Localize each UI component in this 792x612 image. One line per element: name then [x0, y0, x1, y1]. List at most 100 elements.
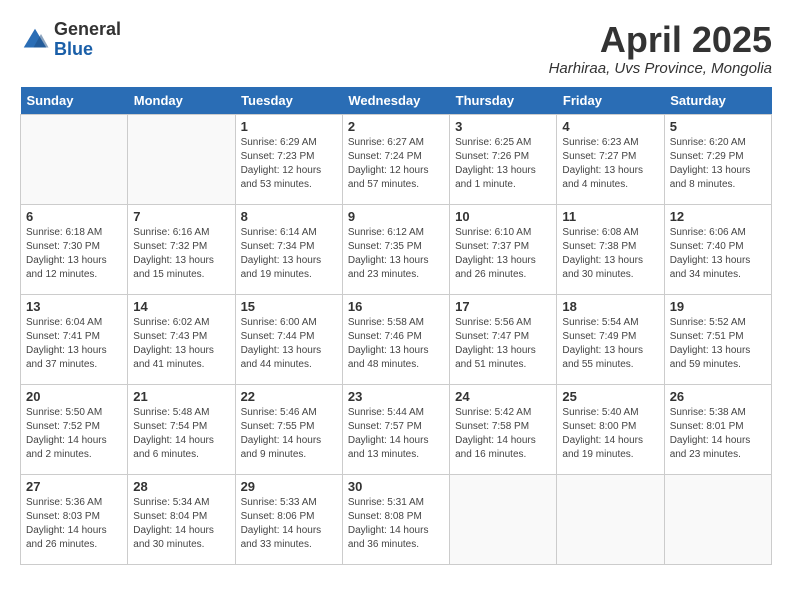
logo-icon — [20, 25, 50, 55]
calendar-cell: 28 Sunrise: 5:34 AM Sunset: 8:04 PM Dayli… — [128, 474, 235, 564]
day-number: 1 — [241, 119, 337, 134]
day-info: Sunrise: 5:58 AM Sunset: 7:46 PM Dayligh… — [348, 316, 444, 372]
day-number: 30 — [348, 479, 444, 494]
day-number: 19 — [670, 299, 766, 314]
day-number: 24 — [455, 389, 551, 404]
day-number: 22 — [241, 389, 337, 404]
day-info: Sunrise: 6:29 AM Sunset: 7:23 PM Dayligh… — [241, 136, 337, 192]
calendar-week-5: 27 Sunrise: 5:36 AM Sunset: 8:03 PM Dayli… — [21, 474, 772, 564]
day-number: 8 — [241, 209, 337, 224]
day-info: Sunrise: 5:56 AM Sunset: 7:47 PM Dayligh… — [455, 316, 551, 372]
calendar-cell — [664, 474, 771, 564]
calendar-cell: 27 Sunrise: 5:36 AM Sunset: 8:03 PM Dayli… — [21, 474, 128, 564]
calendar-week-1: 1 Sunrise: 6:29 AM Sunset: 7:23 PM Daylig… — [21, 114, 772, 204]
day-info: Sunrise: 5:50 AM Sunset: 7:52 PM Dayligh… — [26, 406, 122, 462]
calendar-cell: 9Sunrise: 6:12 AM Sunset: 7:35 PM Daylig… — [342, 204, 449, 294]
day-info: Sunrise: 6:10 AM Sunset: 7:37 PM Dayligh… — [455, 226, 551, 282]
day-info: Sunrise: 6:14 AM Sunset: 7:34 PM Dayligh… — [241, 226, 337, 282]
day-header-saturday: Saturday — [664, 87, 771, 115]
day-number: 14 — [133, 299, 229, 314]
day-number: 2 — [348, 119, 444, 134]
calendar-cell: 6 Sunrise: 6:18 AM Sunset: 7:30 PM Daylig… — [21, 204, 128, 294]
calendar-cell: 23 Sunrise: 5:44 AM Sunset: 7:57 PM Dayli… — [342, 384, 449, 474]
day-number: 26 — [670, 389, 766, 404]
day-info: Sunrise: 6:08 AM Sunset: 7:38 PM Dayligh… — [562, 226, 658, 282]
day-number: 9 — [348, 209, 444, 224]
day-number: 6 — [26, 209, 122, 224]
day-header-friday: Friday — [557, 87, 664, 115]
day-number: 13 — [26, 299, 122, 314]
day-info: Sunrise: 5:42 AM Sunset: 7:58 PM Dayligh… — [455, 406, 551, 462]
day-info: Sunrise: 5:46 AM Sunset: 7:55 PM Dayligh… — [241, 406, 337, 462]
day-number: 25 — [562, 389, 658, 404]
day-number: 20 — [26, 389, 122, 404]
calendar-cell: 11Sunrise: 6:08 AM Sunset: 7:38 PM Dayli… — [557, 204, 664, 294]
day-info: Sunrise: 6:04 AM Sunset: 7:41 PM Dayligh… — [26, 316, 122, 372]
day-header-monday: Monday — [128, 87, 235, 115]
month-title: April 2025 — [549, 20, 772, 60]
logo-blue-text: Blue — [54, 40, 121, 60]
day-number: 4 — [562, 119, 658, 134]
title-block: April 2025 Harhiraa, Uvs Province, Mongo… — [549, 20, 772, 77]
day-info: Sunrise: 6:20 AM Sunset: 7:29 PM Dayligh… — [670, 136, 766, 192]
logo-general-text: General — [54, 20, 121, 40]
calendar-cell: 15 Sunrise: 6:00 AM Sunset: 7:44 PM Dayli… — [235, 294, 342, 384]
day-header-wednesday: Wednesday — [342, 87, 449, 115]
calendar-cell: 17 Sunrise: 5:56 AM Sunset: 7:47 PM Dayli… — [450, 294, 557, 384]
day-info: Sunrise: 5:36 AM Sunset: 8:03 PM Dayligh… — [26, 496, 122, 552]
calendar-cell: 14Sunrise: 6:02 AM Sunset: 7:43 PM Dayli… — [128, 294, 235, 384]
calendar-cell: 25 Sunrise: 5:40 AM Sunset: 8:00 PM Dayli… — [557, 384, 664, 474]
location-text: Harhiraa, Uvs Province, Mongolia — [549, 60, 772, 77]
day-info: Sunrise: 6:00 AM Sunset: 7:44 PM Dayligh… — [241, 316, 337, 372]
calendar-cell: 26 Sunrise: 5:38 AM Sunset: 8:01 PM Dayli… — [664, 384, 771, 474]
calendar-week-2: 6 Sunrise: 6:18 AM Sunset: 7:30 PM Daylig… — [21, 204, 772, 294]
day-number: 3 — [455, 119, 551, 134]
calendar-cell: 1 Sunrise: 6:29 AM Sunset: 7:23 PM Daylig… — [235, 114, 342, 204]
calendar-cell: 10 Sunrise: 6:10 AM Sunset: 7:37 PM Dayli… — [450, 204, 557, 294]
calendar-cell: 21 Sunrise: 5:48 AM Sunset: 7:54 PM Dayli… — [128, 384, 235, 474]
day-header-thursday: Thursday — [450, 87, 557, 115]
page-header: General Blue April 2025 Harhiraa, Uvs Pr… — [20, 20, 772, 77]
calendar-cell: 8 Sunrise: 6:14 AM Sunset: 7:34 PM Daylig… — [235, 204, 342, 294]
calendar-cell: 12 Sunrise: 6:06 AM Sunset: 7:40 PM Dayli… — [664, 204, 771, 294]
day-number: 27 — [26, 479, 122, 494]
calendar-week-4: 20 Sunrise: 5:50 AM Sunset: 7:52 PM Dayli… — [21, 384, 772, 474]
day-number: 17 — [455, 299, 551, 314]
day-header-sunday: Sunday — [21, 87, 128, 115]
logo: General Blue — [20, 20, 121, 60]
calendar-cell: 7Sunrise: 6:16 AM Sunset: 7:32 PM Daylig… — [128, 204, 235, 294]
day-number: 15 — [241, 299, 337, 314]
day-header-tuesday: Tuesday — [235, 87, 342, 115]
day-info: Sunrise: 6:18 AM Sunset: 7:30 PM Dayligh… — [26, 226, 122, 282]
day-number: 12 — [670, 209, 766, 224]
calendar-cell: 19Sunrise: 5:52 AM Sunset: 7:51 PM Dayli… — [664, 294, 771, 384]
calendar-week-3: 13 Sunrise: 6:04 AM Sunset: 7:41 PM Dayli… — [21, 294, 772, 384]
day-info: Sunrise: 5:44 AM Sunset: 7:57 PM Dayligh… — [348, 406, 444, 462]
calendar-cell: 24 Sunrise: 5:42 AM Sunset: 7:58 PM Dayli… — [450, 384, 557, 474]
calendar-cell: 2 Sunrise: 6:27 AM Sunset: 7:24 PM Daylig… — [342, 114, 449, 204]
day-info: Sunrise: 5:38 AM Sunset: 8:01 PM Dayligh… — [670, 406, 766, 462]
calendar-cell: 5 Sunrise: 6:20 AM Sunset: 7:29 PM Daylig… — [664, 114, 771, 204]
day-number: 16 — [348, 299, 444, 314]
day-number: 18 — [562, 299, 658, 314]
calendar-cell: 30 Sunrise: 5:31 AM Sunset: 8:08 PM Dayli… — [342, 474, 449, 564]
calendar-cell: 22 Sunrise: 5:46 AM Sunset: 7:55 PM Dayli… — [235, 384, 342, 474]
day-info: Sunrise: 5:34 AM Sunset: 8:04 PM Dayligh… — [133, 496, 229, 552]
day-number: 21 — [133, 389, 229, 404]
calendar-header-row: SundayMondayTuesdayWednesdayThursdayFrid… — [21, 87, 772, 115]
day-info: Sunrise: 6:06 AM Sunset: 7:40 PM Dayligh… — [670, 226, 766, 282]
calendar-cell — [450, 474, 557, 564]
day-info: Sunrise: 6:25 AM Sunset: 7:26 PM Dayligh… — [455, 136, 551, 192]
day-number: 23 — [348, 389, 444, 404]
calendar-table: SundayMondayTuesdayWednesdayThursdayFrid… — [20, 87, 772, 565]
calendar-cell: 16 Sunrise: 5:58 AM Sunset: 7:46 PM Dayli… — [342, 294, 449, 384]
day-info: Sunrise: 6:27 AM Sunset: 7:24 PM Dayligh… — [348, 136, 444, 192]
day-info: Sunrise: 5:48 AM Sunset: 7:54 PM Dayligh… — [133, 406, 229, 462]
day-info: Sunrise: 5:40 AM Sunset: 8:00 PM Dayligh… — [562, 406, 658, 462]
calendar-cell: 29Sunrise: 5:33 AM Sunset: 8:06 PM Dayli… — [235, 474, 342, 564]
day-info: Sunrise: 5:31 AM Sunset: 8:08 PM Dayligh… — [348, 496, 444, 552]
day-number: 28 — [133, 479, 229, 494]
day-number: 10 — [455, 209, 551, 224]
day-number: 5 — [670, 119, 766, 134]
day-number: 7 — [133, 209, 229, 224]
